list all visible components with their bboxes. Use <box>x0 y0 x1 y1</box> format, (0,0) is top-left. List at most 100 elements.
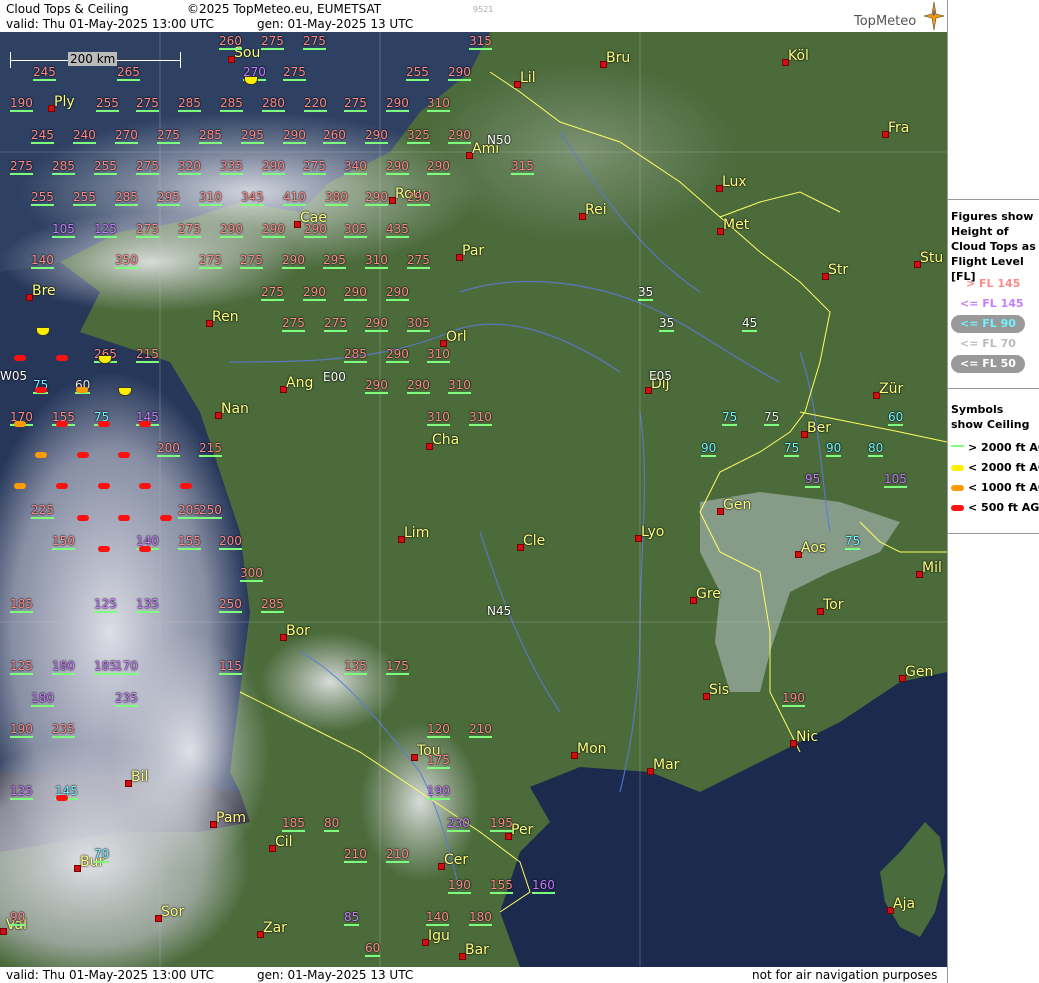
cloud-top-figure: 135 <box>136 597 159 613</box>
legend-ceiling-item: < 500 ft AGL <box>968 501 1039 514</box>
cloud-top-figure: 125 <box>94 222 117 238</box>
cloud-top-figure: 275 <box>199 253 222 269</box>
cloud-top-figure: 290 <box>262 159 285 175</box>
cloud-top-figure: 230 <box>447 816 470 832</box>
cloud-top-figure: 210 <box>469 722 492 738</box>
cloud-top-figure: 215 <box>136 347 159 363</box>
city-label: Tor <box>823 597 844 613</box>
legend-ceiling-icon <box>951 465 964 471</box>
cloud-top-figure: 275 <box>407 253 430 269</box>
cloud-top-figure: 185 <box>94 659 117 675</box>
cloud-top-figure: 205 <box>178 503 201 519</box>
map-header: Cloud Tops & Ceiling ©2025 TopMeteo.eu, … <box>0 0 947 32</box>
cloud-top-figure: 80 <box>324 816 340 832</box>
cloud-top-figure: 310 <box>427 96 450 112</box>
cloud-top-figure: 325 <box>407 128 430 144</box>
cloud-top-figure: 235 <box>115 691 138 707</box>
cloud-top-figure: 60 <box>888 410 904 426</box>
cloud-top-figure: 290 <box>283 128 306 144</box>
cloud-top-figure: 285 <box>52 159 75 175</box>
cloud-top-figure: 135 <box>344 659 367 675</box>
ceiling-symbol <box>98 546 110 552</box>
cloud-top-figure: 190 <box>448 878 471 894</box>
legend-ceiling-icon <box>951 485 964 491</box>
cloud-top-figure: 255 <box>31 190 54 206</box>
cloud-top-figure: 250 <box>199 503 222 519</box>
cloud-top-figure: 310 <box>365 253 388 269</box>
cloud-top-figure: 245 <box>33 65 56 81</box>
ceiling-symbol <box>118 452 130 458</box>
legend-ceiling-icon <box>951 445 964 447</box>
cloud-top-figure: 290 <box>427 159 450 175</box>
cloud-top-figure: 200 <box>219 534 242 550</box>
cloud-top-figure: 115 <box>219 659 242 675</box>
cloud-top-figure: 45 <box>742 316 758 332</box>
cloud-top-figure: 340 <box>344 159 367 175</box>
legend-figure-item: <= FL 70 <box>960 337 1016 350</box>
cloud-top-figure: 155 <box>490 878 513 894</box>
cloud-top-figure: 185 <box>10 597 33 613</box>
cloud-top-figure: 310 <box>427 410 450 426</box>
city-label: Gen <box>905 664 934 680</box>
city-label: Met <box>723 217 750 233</box>
cloud-top-figure: 90 <box>701 441 717 457</box>
cloud-top-figure: 190 <box>782 691 805 707</box>
cloud-top-figure: 90 <box>10 910 26 926</box>
cloud-top-figure: 75 <box>784 441 800 457</box>
city-label: Bor <box>286 623 310 639</box>
cloud-top-figure: 235 <box>52 722 75 738</box>
cloud-top-figure: 290 <box>386 285 409 301</box>
cloud-top-figure: 310 <box>448 378 471 394</box>
copyright: ©2025 TopMeteo.eu, EUMETSAT <box>187 2 382 16</box>
cloud-top-figure: 35 <box>638 285 654 301</box>
cloud-top-figure: 275 <box>178 222 201 238</box>
cloud-top-figure: 155 <box>178 534 201 550</box>
cloud-top-figure: 200 <box>157 441 180 457</box>
cloud-top-figure: 255 <box>73 190 96 206</box>
cloud-top-figure: 195 <box>490 816 513 832</box>
legend-ceiling-item: < 1000 ft AGL <box>968 481 1039 494</box>
city-label: Nan <box>221 401 249 417</box>
cloud-top-figure: 175 <box>427 753 450 769</box>
city-label: Orl <box>446 329 467 345</box>
ceiling-symbol <box>180 483 192 489</box>
cloud-top-figure: 95 <box>805 472 821 488</box>
ceiling-symbol <box>139 421 151 427</box>
city-label: Bru <box>606 50 631 66</box>
cloud-top-figure: 295 <box>323 253 346 269</box>
cloud-top-figure: 275 <box>136 159 159 175</box>
cloud-top-figure: 190 <box>10 722 33 738</box>
cloud-top-figure: 260 <box>219 34 242 50</box>
cloud-top-figure: 285 <box>115 190 138 206</box>
ceiling-symbol <box>98 421 110 427</box>
city-label: Cil <box>275 834 293 850</box>
cloud-top-figure: 285 <box>178 96 201 112</box>
footer-gen-time: gen: 01-May-2025 13 UTC <box>257 968 414 982</box>
cloud-top-figure: 125 <box>10 784 33 800</box>
ceiling-symbol <box>76 387 88 393</box>
cloud-top-figure: 305 <box>344 222 367 238</box>
cloud-top-figure: 345 <box>241 190 264 206</box>
cloud-top-figure: 150 <box>52 534 75 550</box>
ceiling-symbol <box>14 483 26 489</box>
gen-time: gen: 01-May-2025 13 UTC <box>257 17 414 31</box>
cloud-top-figure: 285 <box>199 128 222 144</box>
city-label: Nic <box>796 729 819 745</box>
cloud-top-figure: 290 <box>386 96 409 112</box>
city-label: Pam <box>216 810 247 826</box>
topmeteo-logo: TopMeteo <box>854 14 917 29</box>
cloud-top-figure: 125 <box>10 659 33 675</box>
city-label: Par <box>462 243 485 259</box>
ceiling-symbol <box>56 355 68 361</box>
cloud-top-figure: 220 <box>304 96 327 112</box>
cloud-top-figure: 140 <box>31 253 54 269</box>
satellite-map[interactable]: 200 km Sou Bru Köl Lil Ply Fra Ami Lux Rou Cae Rei… <box>0 32 947 967</box>
city-label: Per <box>511 822 534 838</box>
cloud-top-figure: 265 <box>117 65 140 81</box>
cloud-top-figure: 315 <box>469 34 492 50</box>
cloud-top-figure: 170 <box>115 659 138 675</box>
cloud-top-figure: 310 <box>199 190 222 206</box>
legend-figures-title: Figures show Height of Cloud Tops as Fli… <box>951 210 1036 283</box>
cloud-top-figure: 275 <box>261 285 284 301</box>
cloud-top-figure: 290 <box>407 378 430 394</box>
